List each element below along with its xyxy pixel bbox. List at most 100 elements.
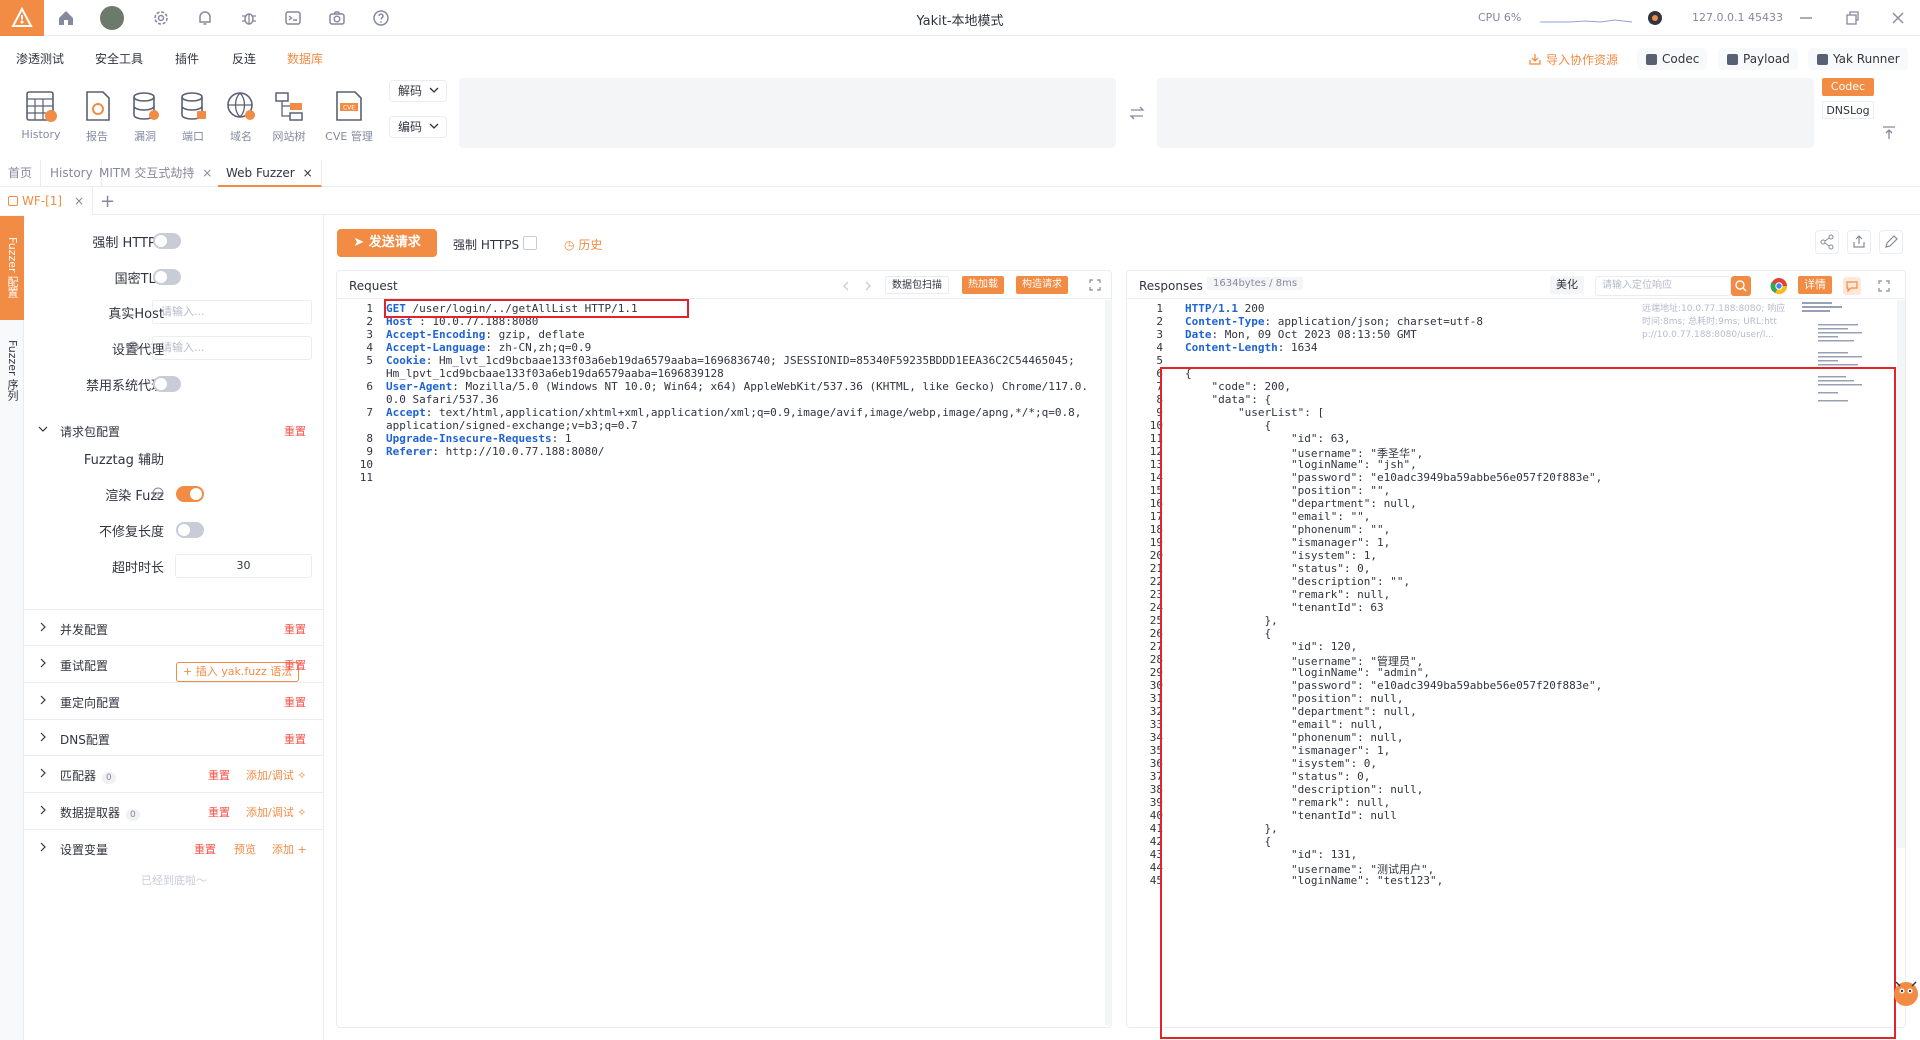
section-7[interactable]: 设置变量 添加 + 预览 重置	[24, 829, 324, 865]
reset-link[interactable]: 重置	[208, 767, 230, 783]
force-https-toggle[interactable]	[153, 233, 181, 249]
reset-link[interactable]: 重置	[284, 657, 306, 673]
section-request-config[interactable]: 请求包配置 重置	[24, 412, 324, 448]
build-request-button[interactable]: 构造请求	[1016, 276, 1068, 294]
request-scrollbar[interactable]	[1105, 300, 1112, 1025]
tab-home[interactable]: 首页	[0, 160, 42, 187]
hot-reload-button[interactable]: 热加载	[962, 276, 1004, 294]
restore-icon[interactable]	[1842, 8, 1862, 28]
chrome-icon[interactable]	[1770, 277, 1788, 295]
comment-icon[interactable]	[1843, 277, 1861, 295]
menu-reverse[interactable]: 反连	[232, 50, 256, 67]
tool-domains[interactable]: 域名	[217, 88, 265, 144]
history-link[interactable]: ◷ 历史	[564, 236, 602, 253]
vtab-fuzzer-config[interactable]: Fuzzer 配置	[0, 216, 24, 320]
decode-select[interactable]: 解码	[389, 80, 447, 102]
camera-icon[interactable]	[327, 8, 347, 28]
section-title-text: 并发配置	[60, 623, 109, 637]
mascot-icon[interactable]	[1888, 972, 1920, 1010]
real-host-input[interactable]: 请输入...	[152, 300, 312, 324]
response-scrollbar[interactable]	[1897, 300, 1905, 848]
dnslog-tab[interactable]: DNSLog	[1822, 101, 1874, 119]
tool-sitemap[interactable]: 网站树	[265, 88, 313, 144]
share-icon[interactable]	[1815, 230, 1839, 254]
gear-icon[interactable]	[151, 8, 171, 28]
export-icon[interactable]	[1847, 230, 1871, 254]
home-icon[interactable]	[56, 8, 76, 28]
close-icon[interactable]	[1888, 8, 1908, 28]
detail-button[interactable]: 详情	[1798, 276, 1832, 294]
menu-pentest[interactable]: 渗透测试	[16, 50, 64, 67]
tab-wf-1[interactable]: WF-[1] ×	[0, 187, 93, 215]
reset-link[interactable]: 重置	[208, 804, 230, 820]
tool-history[interactable]: History	[17, 88, 65, 141]
reset-link[interactable]: 重置	[284, 694, 306, 710]
minimize-icon[interactable]	[1796, 8, 1816, 28]
section-5[interactable]: 匹配器 0 添加/调试 ✧ 重置	[24, 755, 324, 791]
menu-plugins[interactable]: 插件	[175, 50, 199, 67]
preview-link[interactable]: 预览	[234, 841, 256, 857]
response-search-input[interactable]: 请输入定位响应	[1595, 276, 1731, 296]
codec-output-area[interactable]	[1157, 78, 1814, 148]
reset-link[interactable]: 重置	[194, 841, 216, 857]
close-icon[interactable]: ×	[202, 166, 212, 180]
chevron-left-icon[interactable]	[839, 279, 853, 293]
tool-ports[interactable]: 端口	[169, 88, 217, 144]
encode-select[interactable]: 编码	[389, 116, 447, 138]
fullscreen-icon[interactable]	[1088, 278, 1102, 292]
swap-icon[interactable]	[1128, 104, 1146, 122]
codec-tab[interactable]: Codec	[1822, 78, 1874, 96]
vtab-fuzzer-sequence[interactable]: Fuzzer 序列	[0, 326, 24, 416]
edit-icon[interactable]	[1879, 230, 1903, 254]
no-fix-length-toggle[interactable]	[176, 522, 204, 538]
force-https-checkbox[interactable]	[523, 236, 537, 250]
import-coop-button[interactable]: 导入协作资源	[1520, 48, 1626, 70]
menu-security-tools[interactable]: 安全工具	[95, 50, 143, 67]
avatar[interactable]	[100, 6, 124, 30]
proxy-input[interactable]: 请输入...	[152, 336, 312, 360]
add-tab-icon[interactable]: +	[100, 191, 115, 212]
section-1[interactable]: 并发配置 重置	[24, 609, 324, 645]
add-debug-link[interactable]: 添加/调试 ✧	[246, 804, 306, 820]
add-variable-link[interactable]: 添加 +	[272, 841, 307, 857]
section-4[interactable]: DNS配置 重置	[24, 719, 324, 755]
close-icon[interactable]: ×	[303, 166, 313, 180]
collapse-icon[interactable]	[1880, 124, 1898, 142]
close-icon[interactable]: ×	[74, 194, 84, 208]
section-6[interactable]: 数据提取器 0 添加/调试 ✧ 重置	[24, 792, 324, 828]
terminal-icon[interactable]	[283, 8, 303, 28]
tab-mitm[interactable]: MITM 交互式劫持 ×	[91, 160, 222, 187]
chevron-right-icon[interactable]	[861, 279, 875, 293]
fullscreen-icon[interactable]	[1877, 279, 1891, 293]
timeout-input[interactable]: 30	[175, 554, 312, 578]
tool-report[interactable]: 报告	[73, 88, 121, 144]
engine-status-icon[interactable]	[1645, 8, 1665, 28]
beautify-button[interactable]: 美化	[1550, 276, 1584, 294]
search-icon[interactable]	[1731, 276, 1751, 296]
codec-button[interactable]: Codec	[1637, 48, 1708, 70]
menu-database[interactable]: 数据库	[287, 50, 323, 67]
yakit-logo[interactable]	[0, 0, 44, 36]
bug-icon[interactable]	[239, 8, 259, 28]
reset-link[interactable]: 重置	[284, 621, 306, 637]
render-fuzz-toggle[interactable]	[176, 486, 204, 502]
section-2[interactable]: 重试配置 重置	[24, 645, 324, 681]
packet-scan-button[interactable]: 数据包扫描	[885, 276, 949, 294]
help-icon[interactable]	[371, 8, 391, 28]
reset-link[interactable]: 重置	[284, 423, 306, 439]
section-3[interactable]: 重定向配置 重置	[24, 682, 324, 718]
tool-cve[interactable]: CVE CVE 管理	[321, 88, 377, 144]
payload-button[interactable]: Payload	[1718, 48, 1798, 70]
request-editor[interactable]: 1 GET /user/login/../getAllList HTTP/1.1 2…	[337, 300, 1111, 1020]
tool-vulns[interactable]: 漏洞	[121, 88, 169, 144]
tab-web-fuzzer[interactable]: Web Fuzzer ×	[218, 160, 322, 187]
database-port-icon	[181, 92, 206, 120]
disable-sys-proxy-toggle[interactable]	[153, 376, 181, 392]
gm-tls-toggle[interactable]	[153, 269, 181, 285]
codec-input-area[interactable]	[459, 78, 1116, 148]
add-debug-link[interactable]: 添加/调试 ✧	[246, 767, 306, 783]
send-request-button[interactable]: ➤ 发送请求	[337, 229, 437, 257]
reset-link[interactable]: 重置	[284, 731, 306, 747]
bell-icon[interactable]	[195, 8, 215, 28]
yak-runner-button[interactable]: Yak Runner	[1808, 48, 1908, 70]
